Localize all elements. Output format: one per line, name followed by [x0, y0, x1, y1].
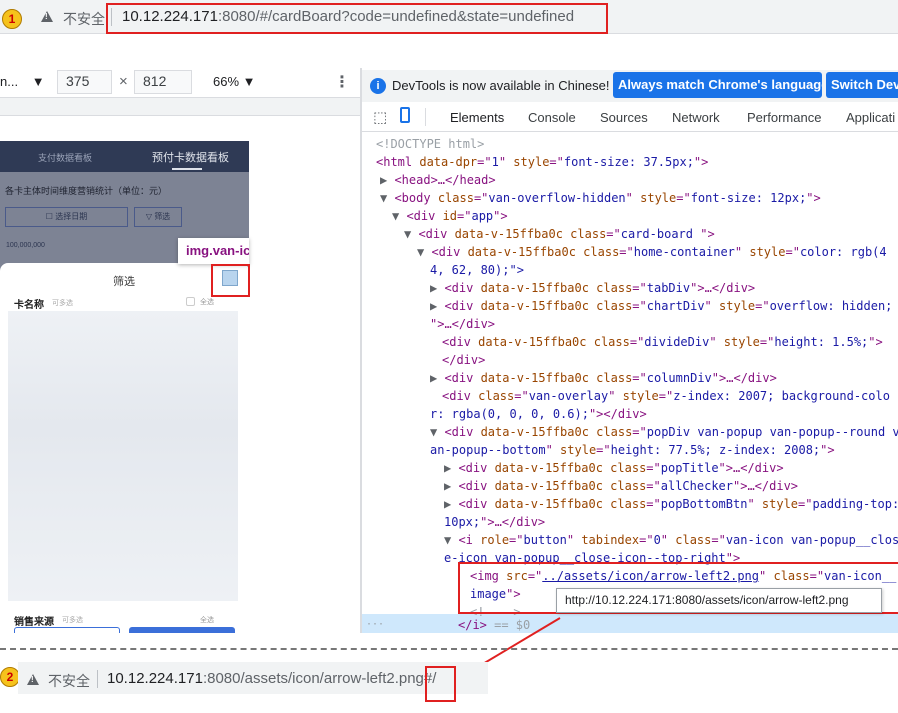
phone-tab-bar: 支付数据看板 预付卡数据看板	[0, 141, 249, 172]
zoom-value: 66%	[213, 74, 240, 89]
url-host: 10.12.224.171	[107, 670, 203, 687]
security-label: 不安全	[48, 673, 90, 689]
dom-line[interactable]: ▼ <i role="button" tabindex="0" class="v…	[444, 531, 898, 549]
match-language-button[interactable]: Always match Chrome's language	[613, 72, 822, 98]
filter-popup: 筛选 卡名称 可多选 全选 销售来源 可多选 全选	[0, 263, 249, 633]
dom-line: an-popup--bottom" style="height: 77.5%; …	[430, 443, 835, 457]
devtools-banner: i DevTools is now available in Chinese! …	[362, 70, 898, 102]
zoom-select[interactable]: 66% ▼	[213, 74, 256, 89]
step-badge-1: 1	[2, 9, 22, 29]
step-badge-2: 2	[0, 667, 20, 687]
tab-application[interactable]: Applicati	[846, 110, 895, 125]
card-list-blurred	[8, 311, 238, 601]
dom-line: 10px;">…</div>	[444, 515, 546, 529]
filter-button[interactable]: ▽ 筛选	[134, 207, 182, 227]
device-select[interactable]: n... ▼	[0, 74, 45, 89]
ellipsis-icon: ···	[366, 619, 385, 630]
url-path: :8080/assets/icon/arrow-left2.png	[202, 670, 424, 687]
inspect-element-label: img.van-ic	[178, 238, 249, 264]
dom-line[interactable]: <!DOCTYPE html>	[376, 135, 484, 153]
dom-line[interactable]: <div class="van-overlay" style="z-index:…	[442, 387, 890, 405]
select-all-checkbox[interactable]	[186, 297, 195, 306]
dom-line[interactable]: ▶ <div data-v-15ffba0c class="columnDiv"…	[430, 369, 777, 387]
reset-button[interactable]	[14, 627, 120, 633]
multi-select-hint: 可多选	[52, 300, 73, 307]
url-host: 10.12.224.171	[122, 8, 218, 25]
tab-sources[interactable]: Sources	[600, 110, 648, 125]
dashed-divider	[0, 648, 898, 650]
devtools-tabs: ⬚ Elements Console Sources Network Perfo…	[362, 102, 898, 134]
popup-title: 筛选	[113, 276, 135, 288]
dom-line[interactable]: ▶ <div data-v-15ffba0c class="chartDiv" …	[430, 297, 892, 315]
inspect-cursor-icon[interactable]: ⬚	[373, 108, 387, 126]
address-bar: 1 不安全 10.12.224.171:8080/#/cardBoard?cod…	[0, 0, 898, 34]
confirm-button[interactable]	[129, 627, 235, 633]
dom-line: 4, 62, 80);">	[430, 263, 524, 277]
device-toggle-icon[interactable]	[400, 107, 410, 123]
dom-line[interactable]: ▼ <div data-v-15ffba0c class="home-conta…	[417, 243, 887, 261]
dom-line[interactable]: ▶ <div data-v-15ffba0c class="popTitle">…	[444, 459, 784, 477]
hash-highlight-box	[425, 666, 456, 702]
dom-line[interactable]: ▼ <body class="van-overflow-hidden" styl…	[380, 189, 821, 207]
info-icon: i	[370, 78, 386, 94]
broken-image-icon[interactable]	[222, 270, 238, 286]
y-axis-value: 100,000,000	[6, 242, 45, 249]
dom-line[interactable]: ▶ <div data-v-15ffba0c class="allChecker…	[444, 477, 798, 495]
url-tooltip: http://10.12.224.171:8080/assets/icon/ar…	[556, 588, 882, 613]
warning-icon	[41, 11, 53, 22]
card-name-label: 卡名称	[14, 300, 44, 311]
dom-line[interactable]: ▶ <div data-v-15ffba0c class="tabDiv">…<…	[430, 279, 755, 297]
device-name: n...	[0, 74, 19, 89]
divider	[97, 670, 98, 688]
dom-line[interactable]: ▶ <div data-v-15ffba0c class="popBottomB…	[444, 495, 898, 513]
dom-line[interactable]: <html data-dpr="1" style="font-size: 37.…	[376, 153, 708, 171]
height-input[interactable]: 812	[134, 70, 192, 94]
select-all-label-2: 全选	[200, 617, 214, 624]
address-bar-bottom: 不安全 10.12.224.171:8080/assets/icon/arrow…	[18, 662, 488, 694]
phone-tab-prepaid[interactable]: 预付卡数据看板	[152, 149, 229, 165]
tab-elements[interactable]: Elements	[435, 110, 519, 134]
url-input[interactable]: 10.12.224.171:8080/#/cardBoard?code=unde…	[122, 8, 574, 25]
url-input[interactable]: 10.12.224.171:8080/assets/icon/arrow-lef…	[107, 670, 436, 687]
dom-line: r: rgba(0, 0, 0, 0.6);"></div>	[430, 407, 647, 421]
tab-console[interactable]: Console	[528, 110, 576, 125]
width-input[interactable]: 375	[57, 70, 112, 94]
tab-divider	[425, 108, 426, 126]
url-path: :8080/#/cardBoard?code=undefined&state=u…	[217, 8, 575, 25]
tab-performance[interactable]: Performance	[747, 110, 821, 125]
dom-line[interactable]: ▼ <div data-v-15ffba0c class="popDiv van…	[430, 423, 898, 441]
tab-indicator	[172, 168, 202, 170]
device-toolbar: n... ▼ 375 × 812 66% ▼ ⋮	[0, 68, 360, 98]
dom-line[interactable]: ▶ <head>…</head>	[380, 171, 496, 189]
more-options-icon[interactable]: ⋮	[334, 72, 350, 92]
phone-tab-pay[interactable]: 支付数据看板	[38, 151, 92, 164]
inspect-tag: img.van-ic	[186, 243, 249, 258]
tab-network[interactable]: Network	[672, 110, 720, 125]
mobile-preview: 支付数据看板 预付卡数据看板 各卡主体时间维度营销统计（单位：元） ☐ 选择日期…	[0, 141, 249, 633]
times-sign: ×	[119, 73, 128, 90]
banner-text: DevTools is now available in Chinese!	[392, 78, 610, 93]
sales-source-label: 销售来源	[14, 617, 54, 628]
bookmark-area	[0, 35, 898, 68]
dom-line[interactable]: ▼ <div data-v-15ffba0c class="card-board…	[404, 225, 715, 243]
warning-icon	[27, 674, 39, 685]
dom-line[interactable]: ▼ <div id="app">	[392, 207, 508, 225]
chart-title: 各卡主体时间维度营销统计（单位：元）	[5, 186, 168, 196]
select-date-button[interactable]: ☐ 选择日期	[5, 207, 128, 227]
dropdown-icon: ▼	[242, 74, 256, 89]
dropdown-icon: ▼	[31, 74, 45, 89]
elements-tree: ··· <!DOCTYPE html> <html data-dpr="1" s…	[362, 132, 898, 633]
select-all-label: 全选	[200, 299, 214, 306]
ruler	[0, 98, 360, 116]
dom-line[interactable]: <div data-v-15ffba0c class="divideDiv" s…	[442, 333, 883, 351]
dom-line: ">…</div>	[430, 317, 496, 331]
multi-select-hint-2: 可多选	[62, 617, 83, 624]
switch-devtools-button[interactable]: Switch Dev	[826, 72, 898, 98]
security-label: 不安全	[63, 11, 105, 27]
dom-line: </div>	[442, 353, 486, 367]
